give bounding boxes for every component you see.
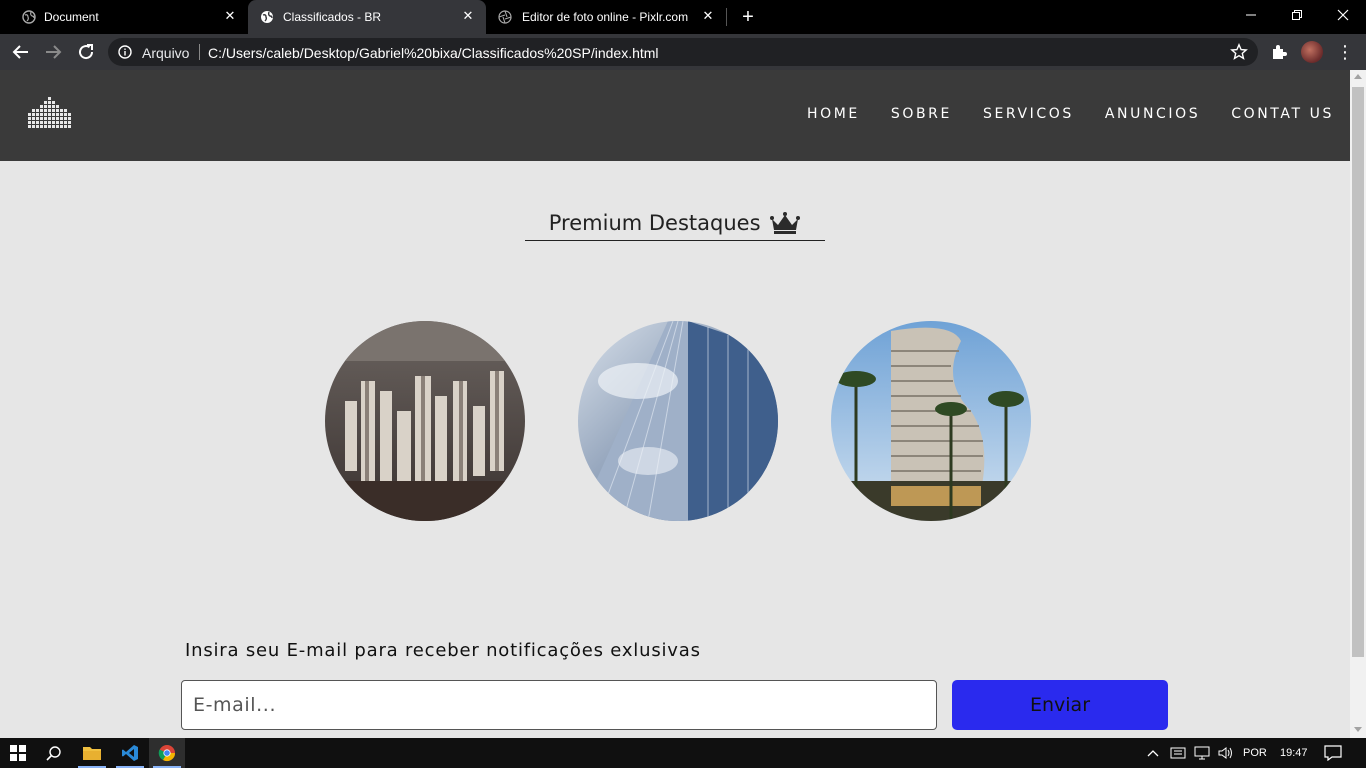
more-menu-icon[interactable]: ⋮ [1336,42,1354,62]
nav-sobre[interactable]: SOBRE [891,106,952,122]
browser-toolbar: Arquivo C:/Users/caleb/Desktop/Gabriel%2… [0,34,1366,70]
page-viewport: HOME SOBRE SERVICOS ANUNCIOS CONTAT US P… [0,70,1350,738]
nav-contact[interactable]: CONTAT US [1231,106,1334,122]
scroll-up-arrow-icon[interactable] [1354,74,1362,79]
show-hidden-icons-chevron-icon[interactable] [1146,738,1160,768]
tab-document[interactable]: Document ✕ [0,0,248,34]
new-tab-plus-icon[interactable]: + [738,7,758,27]
email-field[interactable] [181,680,937,730]
tab-title: Editor de foto online - Pixlr.com [522,10,689,24]
profile-avatar[interactable] [1301,41,1323,63]
globe-icon [22,10,36,24]
extensions-puzzle-icon[interactable] [1270,43,1288,61]
address-bar[interactable]: Arquivo C:/Users/caleb/Desktop/Gabriel%2… [108,38,1258,66]
page-scrollbar[interactable] [1350,70,1366,738]
featured-image-niemeyer[interactable] [831,321,1031,521]
address-divider [199,44,200,60]
language-indicator[interactable]: POR [1243,738,1267,768]
windows-start-icon[interactable] [0,738,36,768]
vscode-icon[interactable] [112,738,148,768]
restore-icon[interactable] [1274,0,1320,30]
info-icon[interactable] [118,45,132,59]
nav-anuncios[interactable]: ANUNCIOS [1105,106,1200,122]
notifications-icon[interactable] [1324,738,1342,768]
scheme-label: Arquivo [142,45,190,61]
newsletter-label: Insira seu E-mail para receber notificaç… [185,640,701,661]
file-explorer-icon[interactable] [74,738,110,768]
crown-icon [770,212,801,234]
reload-icon[interactable] [74,41,98,63]
back-arrow-icon[interactable] [9,41,33,63]
site-header: HOME SOBRE SERVICOS ANUNCIOS CONTAT US [0,70,1350,161]
chrome-icon[interactable] [149,738,185,768]
featured-image-city[interactable] [325,321,525,521]
tab-separator [726,8,727,26]
building-logo-icon[interactable] [27,96,73,132]
clock[interactable]: 19:47 [1280,738,1308,768]
close-icon[interactable]: ✕ [460,8,476,24]
scroll-down-arrow-icon[interactable] [1354,727,1362,732]
bookmark-star-icon[interactable] [1230,43,1248,61]
network-icon[interactable] [1194,738,1210,768]
minimize-icon[interactable] [1228,0,1274,30]
close-icon[interactable]: ✕ [700,8,716,24]
scrollbar-thumb[interactable] [1352,87,1364,657]
close-window-icon[interactable] [1320,0,1366,30]
nav-servicos[interactable]: SERVICOS [983,106,1074,122]
featured-image-skyscraper[interactable] [578,321,778,521]
url-text[interactable]: C:/Users/caleb/Desktop/Gabriel%20bixa/Cl… [208,45,659,61]
close-icon[interactable]: ✕ [222,8,238,24]
volume-icon[interactable] [1218,738,1234,768]
tab-title: Classificados - BR [283,10,382,24]
keyboard-ime-icon[interactable] [1170,738,1186,768]
premium-heading: Premium Destaques [525,210,825,241]
tab-title: Document [44,10,99,24]
browser-tab-strip: Document ✕ Classificados - BR ✕ Editor d… [0,0,1366,34]
tab-classificados[interactable]: Classificados - BR ✕ [248,0,486,34]
nav-home[interactable]: HOME [807,106,860,122]
send-button[interactable]: Enviar [952,680,1168,730]
tab-pixlr[interactable]: Editor de foto online - Pixlr.com ✕ [486,0,726,34]
forward-arrow-icon[interactable] [41,41,65,63]
main-nav: HOME SOBRE SERVICOS ANUNCIOS CONTAT US [776,106,1334,122]
search-icon[interactable] [36,738,72,768]
premium-heading-text: Premium Destaques [548,211,761,235]
aperture-icon [498,10,512,24]
globe-icon [261,11,273,23]
windows-taskbar: POR 19:47 [0,738,1366,768]
